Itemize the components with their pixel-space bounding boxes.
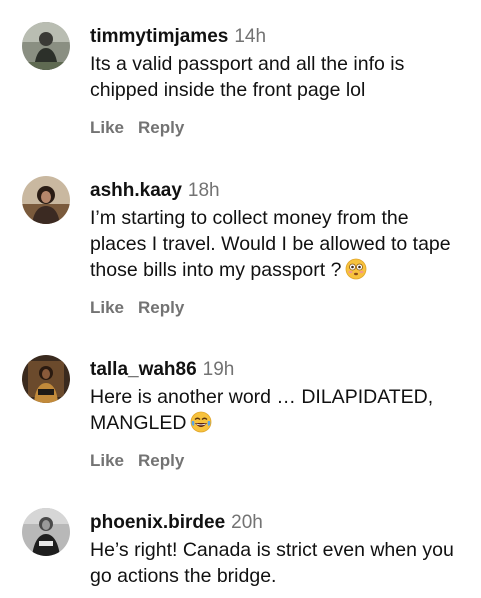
comment-text: He’s right! Canada is strict even when y… [90,539,454,587]
avatar-image [22,355,70,403]
timestamp[interactable]: 19h [203,359,235,380]
reply-button[interactable]: Reply [138,298,184,317]
username[interactable]: talla_wah86 [90,359,197,380]
reply-button[interactable]: Reply [138,118,184,137]
username[interactable]: ashh.kaay [90,180,182,201]
timestamp[interactable]: 20h [231,512,263,533]
reply-button[interactable]: Reply [138,451,184,470]
avatar-image [22,176,70,224]
username[interactable]: phoenix.birdee [90,512,225,533]
avatar[interactable] [22,22,70,70]
comment-text-body: I’m starting to collect money from the p… [90,207,451,281]
like-button[interactable]: Like [90,298,124,317]
comment-text-body: Here is another word … DILAPIDATED, MANG… [90,386,434,434]
avatar-image [22,22,70,70]
timestamp[interactable]: 14h [234,26,266,47]
avatar[interactable] [22,176,70,224]
username[interactable]: timmytimjames [90,26,228,47]
flushed-face-emoji-icon [345,258,367,280]
avatar[interactable] [22,508,70,556]
comment-text: Here is another word … DILAPIDATED, MANG… [90,384,461,436]
avatar[interactable] [22,355,70,403]
like-button[interactable]: Like [90,451,124,470]
comment-text: I’m starting to collect money from the p… [90,205,461,283]
comment-text: Its a valid passport and all the info is… [90,53,405,101]
laughing-tears-emoji-icon [190,411,212,433]
like-button[interactable]: Like [90,118,124,137]
avatar-image [22,508,70,556]
timestamp[interactable]: 18h [188,180,220,201]
